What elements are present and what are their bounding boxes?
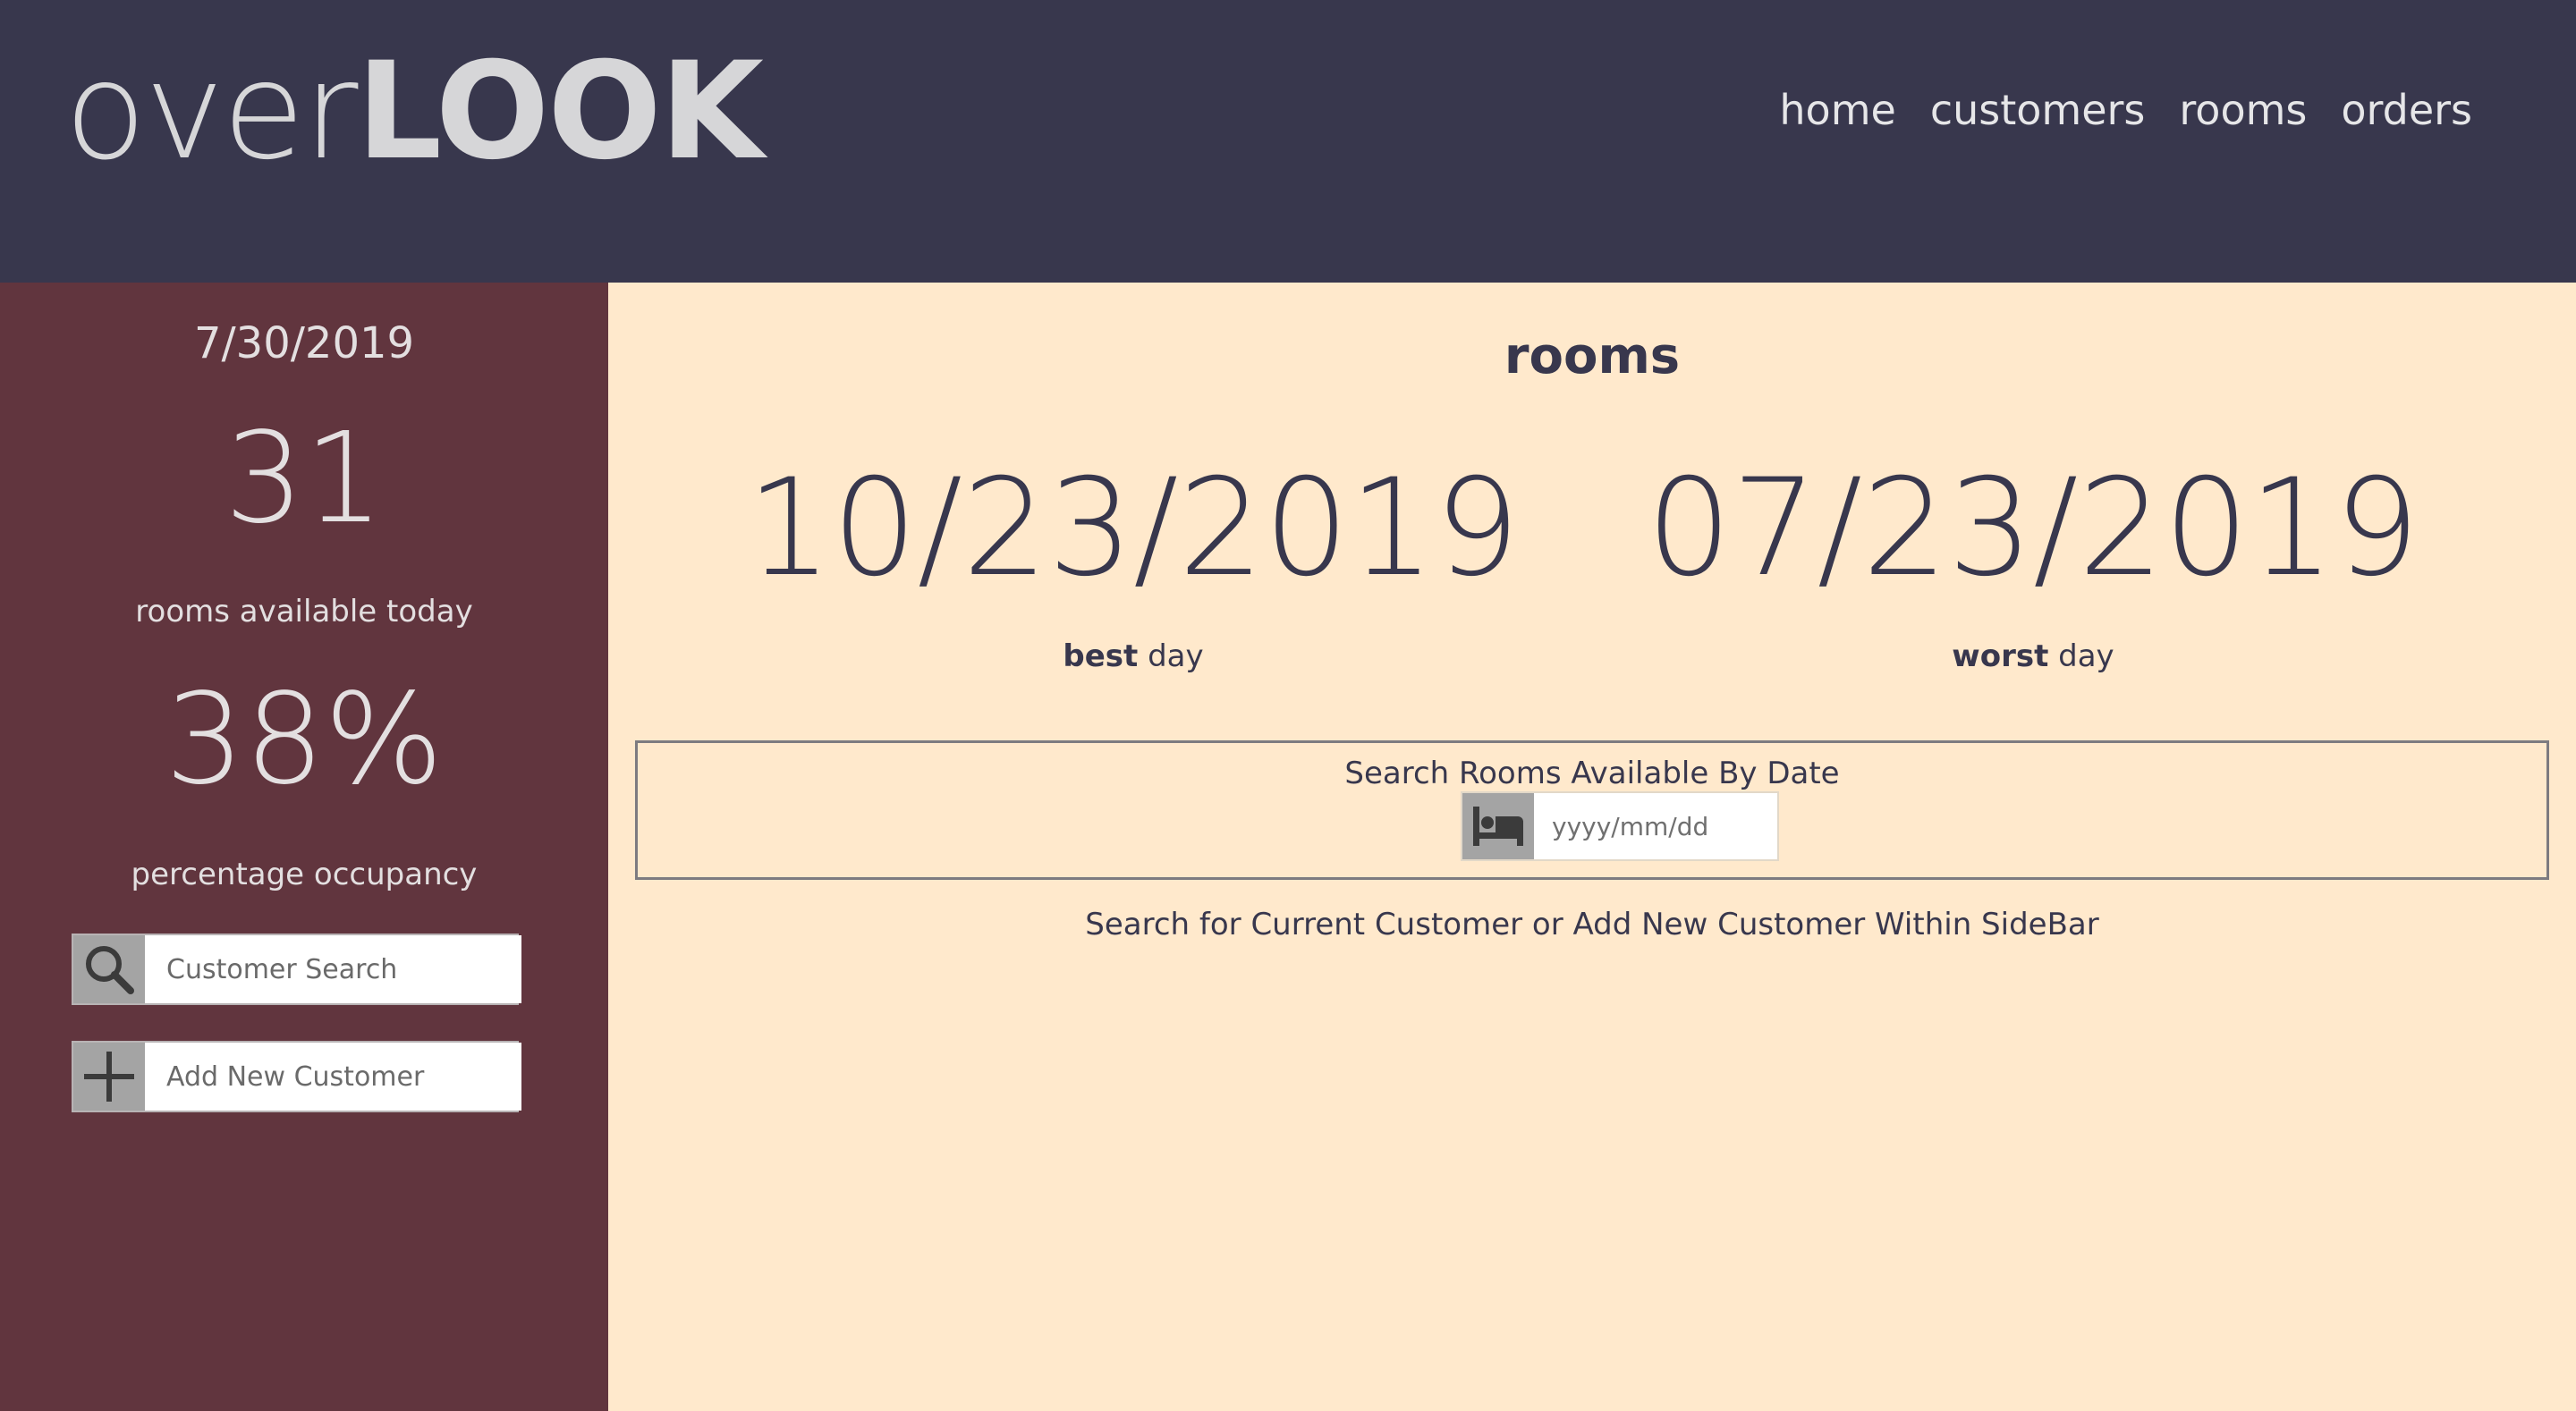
main-nav: home customers rooms orders (1779, 86, 2472, 134)
nav-rooms[interactable]: rooms (2179, 86, 2307, 134)
room-date-field (1461, 791, 1779, 861)
best-day-strong: best (1063, 638, 1139, 674)
sidebar: 7/30/2019 31 rooms available today 38% p… (0, 283, 608, 1411)
bed-icon (1473, 807, 1523, 846)
current-date: 7/30/2019 (193, 318, 415, 368)
nav-home[interactable]: home (1779, 86, 1895, 134)
customer-search-field (72, 934, 521, 1005)
worst-day-suffix: day (2048, 638, 2114, 674)
worst-day-strong: worst (1952, 638, 2049, 674)
room-date-input[interactable] (1534, 793, 1777, 859)
sidebar-hint: Search for Current Customer or Add New C… (1085, 907, 2099, 942)
search-icon (86, 946, 134, 994)
header: overLOOK home customers rooms orders (0, 0, 2576, 283)
rooms-available-count: 31 (224, 406, 385, 552)
occupancy-percentage: 38% (165, 667, 444, 813)
add-customer-field (72, 1041, 521, 1112)
page-title: rooms (1504, 327, 1681, 385)
best-day-label: best day (686, 638, 1580, 674)
nav-customers[interactable]: customers (1930, 86, 2146, 134)
room-search-panel: Search Rooms Available By Date (635, 740, 2549, 880)
occupancy-label: percentage occupancy (131, 857, 478, 892)
nav-orders[interactable]: orders (2341, 86, 2472, 134)
add-customer-input[interactable] (145, 1043, 521, 1111)
search-button[interactable] (73, 935, 145, 1003)
rooms-available-label: rooms available today (135, 594, 473, 629)
best-day-date: 10/23/2019 (746, 451, 1521, 606)
best-day-suffix: day (1138, 638, 1204, 674)
bed-button[interactable] (1462, 793, 1534, 859)
plus-icon (84, 1052, 134, 1102)
worst-day-label: worst day (1586, 638, 2480, 674)
worst-day-date: 07/23/2019 (1646, 451, 2420, 606)
room-search-title: Search Rooms Available By Date (1344, 756, 1840, 791)
logo[interactable]: overLOOK (64, 34, 764, 190)
logo-light-text: over (64, 34, 358, 190)
customer-search-input[interactable] (145, 935, 521, 1003)
main-content: rooms 10/23/2019 best day 07/23/2019 wor… (608, 283, 2576, 1411)
add-customer-button[interactable] (73, 1043, 145, 1111)
logo-bold-text: LOOK (356, 34, 764, 190)
